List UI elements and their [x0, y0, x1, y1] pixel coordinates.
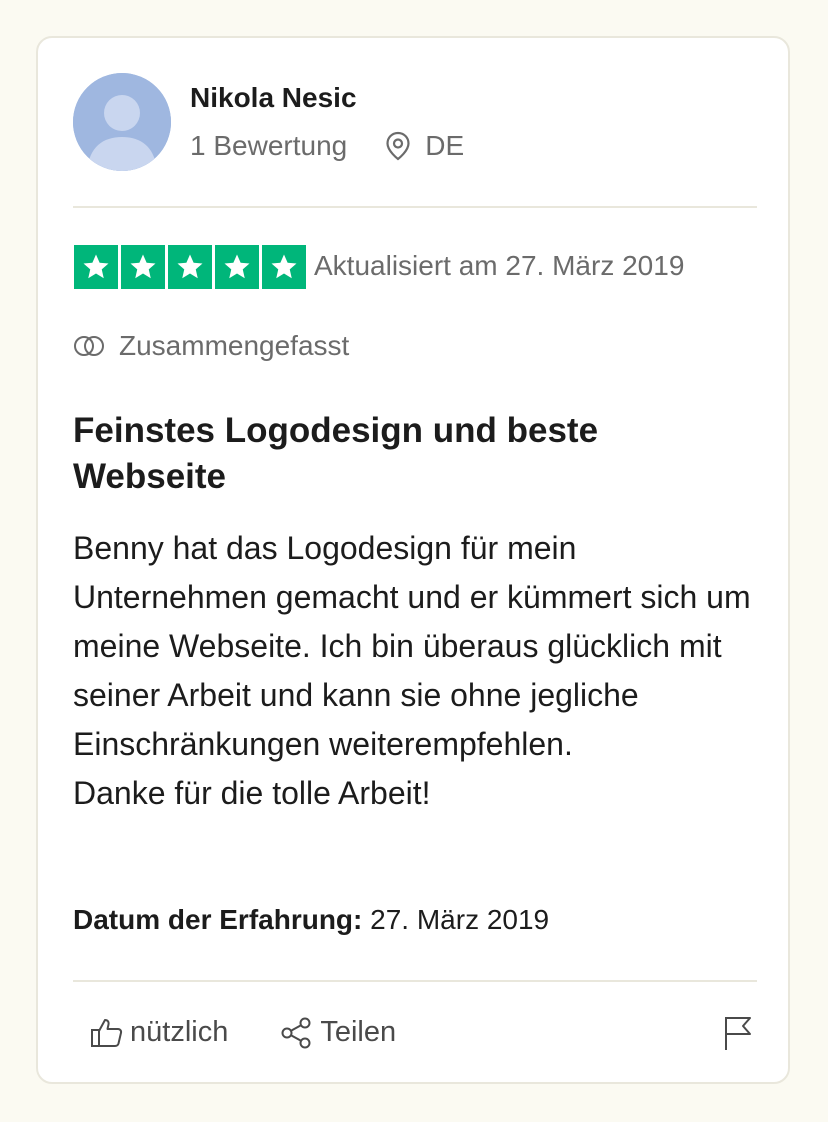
review-body-paragraph: Danke für die tolle Arbeit!	[73, 775, 431, 811]
useful-button[interactable]: nützlich	[90, 1016, 228, 1049]
user-silhouette-icon	[73, 73, 171, 171]
updated-date: Aktualisiert am 27. März 2019	[314, 250, 685, 281]
star-icon	[262, 245, 306, 289]
share-button[interactable]: Teilen	[280, 1016, 396, 1049]
review-actions: nützlich Teilen	[90, 1016, 448, 1049]
share-icon	[281, 1017, 311, 1048]
star-icon	[215, 245, 259, 289]
summary-tag-label: Zusammengefasst	[119, 330, 350, 361]
star-icon	[121, 245, 165, 289]
reviewer-meta: 1 Bewertung DE	[190, 130, 464, 162]
country-code: DE	[425, 130, 465, 161]
location-pin-icon	[386, 131, 410, 161]
footer-divider	[73, 980, 757, 982]
experience-date-label: Datum der Erfahrung:	[73, 904, 363, 935]
thumbs-up-icon	[91, 1018, 123, 1047]
header-divider	[73, 206, 757, 208]
summary-tag: Zusammengefasst	[73, 330, 349, 362]
review-card: Nikola Nesic 1 Bewertung DE Aktualisiert…	[36, 36, 790, 1084]
star-icon	[168, 245, 212, 289]
experience-date-value: 27. März 2019	[370, 904, 550, 935]
reviewer-name[interactable]: Nikola Nesic	[190, 82, 357, 114]
star-icon	[74, 245, 118, 289]
overlapping-circles-icon	[74, 336, 104, 356]
flag-icon	[725, 1017, 751, 1050]
report-button[interactable]	[722, 1014, 754, 1057]
reviewer-location: DE	[385, 130, 464, 162]
share-label: Teilen	[320, 1016, 397, 1048]
review-count: 1 Bewertung	[190, 130, 348, 161]
useful-label: nützlich	[130, 1016, 229, 1048]
review-body: Benny hat das Logodesign für mein Untern…	[73, 524, 753, 818]
review-title[interactable]: Feinstes Logodesign und beste Webseite	[73, 408, 733, 500]
review-body-paragraph: Benny hat das Logodesign für mein Untern…	[73, 530, 751, 762]
star-rating	[74, 245, 306, 289]
experience-date: Datum der Erfahrung: 27. März 2019	[73, 904, 549, 936]
avatar[interactable]	[73, 73, 171, 171]
